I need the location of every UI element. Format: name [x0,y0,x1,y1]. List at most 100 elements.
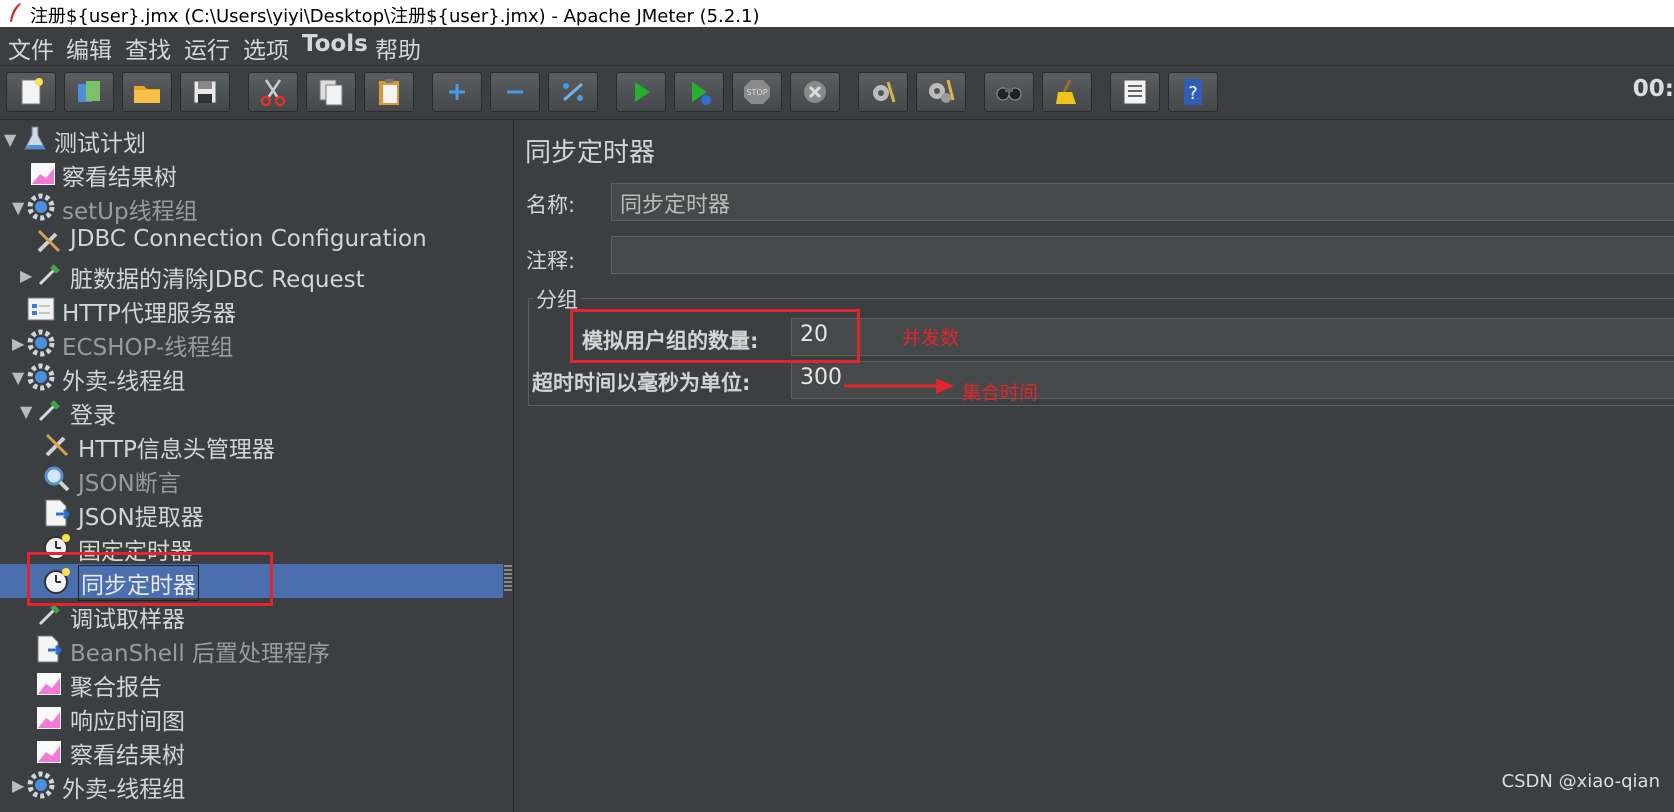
tree-node-label: 测试计划 [54,131,146,157]
tree-node-label: 外卖-线程组 [62,777,186,803]
start-no-pause-button[interactable] [674,72,724,112]
tree-node-response-time-graph[interactable]: 响应时间图 [0,700,503,735]
tree-node-takeout-thread-group-2[interactable]: ▶ 外卖-线程组 [0,768,503,803]
new-icon [21,78,43,105]
start-no-pause-icon [692,82,711,105]
templates-button[interactable] [64,72,114,112]
tree-node-takeout-thread-group[interactable]: ▼ 外卖-线程组 [0,360,503,395]
tree-node-http-header-manager[interactable]: HTTP信息头管理器 [0,428,503,463]
tree-node-view-results-tree[interactable]: 察看结果树 [0,156,503,191]
tree-node-beanshell-postprocessor[interactable]: BeanShell 后置处理程序 [0,632,503,667]
tree-node-json-assertion[interactable]: JSON断言 [0,462,503,497]
comment-field[interactable] [611,236,1674,274]
save-icon [193,80,217,104]
comment-label: 注释: [526,249,576,273]
tree-node-test-plan[interactable]: ▼ 测试计划 [0,122,503,157]
expand-arrow[interactable]: ▶ [20,266,32,285]
expand-all-button[interactable] [432,72,482,112]
tree-node-label: JDBC Connection Configuration [70,226,427,252]
help-button[interactable]: ? [1168,72,1218,112]
graph-icon [37,673,61,695]
expand-arrow[interactable]: ▼ [20,402,32,421]
expand-arrow[interactable]: ▶ [12,334,24,353]
tree-node-view-results-tree-2[interactable]: 察看结果树 [0,734,503,769]
expand-arrow[interactable]: ▶ [12,776,24,795]
tree-node-label: HTTP代理服务器 [62,301,236,327]
search-button[interactable] [984,72,1034,112]
shutdown-button[interactable] [790,72,840,112]
tree-node-aggregate-report[interactable]: 聚合报告 [0,666,503,701]
open-button[interactable] [122,72,172,112]
annotation-gather-time: 集合时间 [962,382,1039,404]
graph-icon [31,163,55,185]
menu-help[interactable]: 帮助 [375,31,421,65]
menu-options[interactable]: 选项 [243,31,289,65]
tree-node-login-sampler[interactable]: ▼ 登录 [0,394,503,429]
clear-all-button[interactable] [916,72,966,112]
collapse-all-button[interactable] [490,72,540,112]
function-helper-button[interactable] [1110,72,1160,112]
collapse-icon [507,90,523,94]
expand-arrow[interactable]: ▼ [4,130,16,149]
new-button[interactable] [6,72,56,112]
menu-run[interactable]: 运行 [184,31,230,65]
splitter[interactable] [503,120,514,812]
tree-node-setup-thread-group[interactable]: ▼ setUp线程组 [0,190,503,225]
gear-icon [27,363,55,391]
tree-node-jdbc-connection-configuration[interactable]: JDBC Connection Configuration [0,224,503,258]
graph-icon [37,741,61,763]
shutdown-icon [804,81,826,103]
menu-tools[interactable]: Tools [302,31,368,57]
name-label: 名称: [526,193,576,217]
tree-node-ecshop-thread-group[interactable]: ▶ ECSHOP-线程组 [0,326,503,361]
menu-edit[interactable]: 编辑 [66,31,112,65]
panel-title: 同步定时器 [525,138,656,168]
paste-button[interactable] [364,72,414,112]
toolbar: STOP ? 00: [0,66,1674,120]
start-button[interactable] [616,72,666,112]
cut-button[interactable] [248,72,298,112]
expand-arrow[interactable]: ▼ [12,198,24,217]
save-button[interactable] [180,72,230,112]
tree-node-label: setUp线程组 [62,199,198,225]
cut-icon [260,79,286,107]
jmeter-feather-icon [10,3,21,22]
clear-icon [873,81,896,103]
window-title: 注册${user}.jmx (C:\Users\yiyi\Desktop\注册$… [30,6,760,27]
annotation-concurrency: 并发数 [902,327,960,349]
clear-button[interactable] [858,72,908,112]
tree-node-http-proxy-server[interactable]: HTTP代理服务器 [0,292,503,327]
menu-bar: 文件 编辑 查找 运行 选项 Tools 帮助 [0,27,1674,66]
highlight-users-count [570,309,860,363]
tree-node-label: 响应时间图 [70,709,185,735]
search-icon [996,87,1022,101]
help-icon: ? [1184,79,1202,105]
flask-icon [24,126,46,150]
tree-node-label: 脏数据的清除JDBC Request [70,267,365,293]
tree-node-label: 登录 [70,403,116,429]
highlight-selected-node [27,552,273,606]
elapsed-timer: 00: [1632,76,1674,102]
stop-button[interactable]: STOP [732,72,782,112]
tree-node-json-extractor[interactable]: JSON提取器 [0,496,503,531]
reset-search-button[interactable] [1042,72,1092,112]
gear-icon [27,193,55,221]
toggle-icon [563,82,583,102]
annotation-arrow [844,378,954,394]
tree-node-label: 察看结果树 [70,743,185,769]
copy-button[interactable] [306,72,356,112]
name-field[interactable]: 同步定时器 [611,183,1674,221]
proxy-icon [27,297,55,321]
tree-node-jdbc-request[interactable]: ▶ 脏数据的清除JDBC Request [0,258,503,293]
window-title-bar: 注册${user}.jmx (C:\Users\yiyi\Desktop\注册$… [0,0,1674,27]
tree-node-label: 外卖-线程组 [62,369,186,395]
splitter-grip[interactable] [504,565,512,591]
dropper-icon [38,400,60,422]
dropper-icon [38,264,60,286]
toggle-button[interactable] [548,72,598,112]
expand-arrow[interactable]: ▼ [12,368,24,387]
menu-search[interactable]: 查找 [125,31,171,65]
reset-search-icon [1056,79,1076,104]
menu-file[interactable]: 文件 [8,31,54,65]
test-plan-tree[interactable]: ▼ 测试计划 察看结果树 ▼ setUp线程组 JDBC Connection … [0,120,504,812]
